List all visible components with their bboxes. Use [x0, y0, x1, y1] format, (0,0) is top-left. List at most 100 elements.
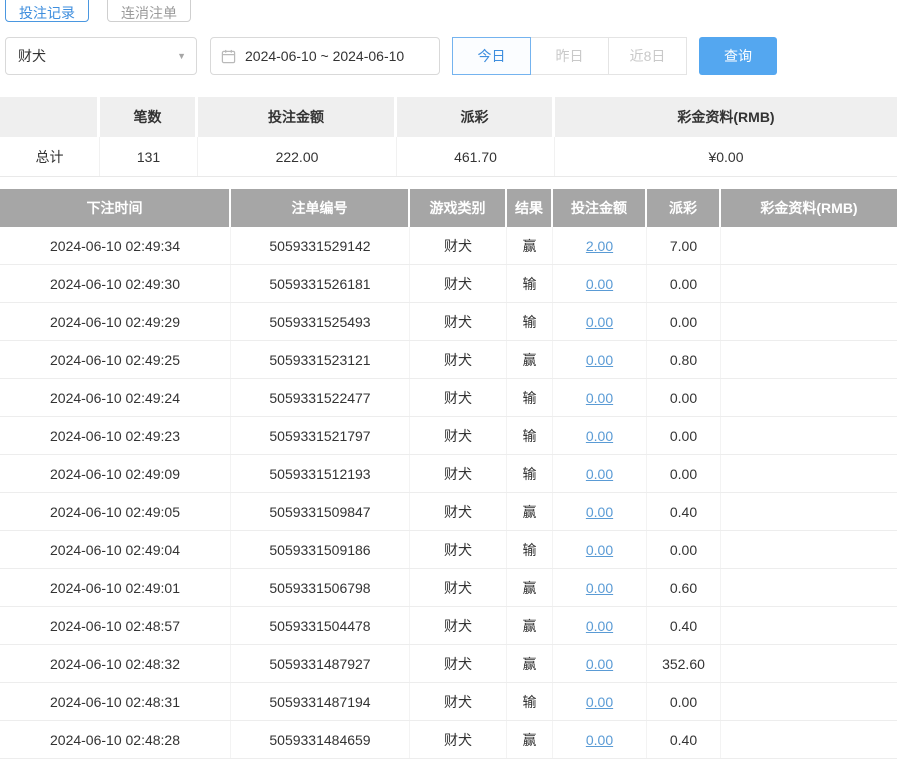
cell-bonus — [721, 569, 897, 606]
cell-bet-time: 2024-06-10 02:49:34 — [0, 227, 231, 264]
cell-bet-time: 2024-06-10 02:49:01 — [0, 569, 231, 606]
cell-payout: 0.00 — [647, 379, 721, 416]
cell-game-type: 财犬 — [410, 493, 507, 530]
bet-amount-link[interactable]: 0.00 — [586, 352, 613, 368]
cell-game-type: 财犬 — [410, 303, 507, 340]
bet-amount-link[interactable]: 0.00 — [586, 466, 613, 482]
cell-bonus — [721, 265, 897, 302]
page: 投注记录 连消注单 财犬 ▼ 2024-06-10 ~ 2024-06-10 今… — [0, 0, 904, 759]
bet-amount-link[interactable]: 0.00 — [586, 276, 613, 292]
cell-game-type: 财犬 — [410, 417, 507, 454]
yesterday-button[interactable]: 昨日 — [530, 37, 609, 75]
cell-bet-time: 2024-06-10 02:49:05 — [0, 493, 231, 530]
filter-bar: 财犬 ▼ 2024-06-10 ~ 2024-06-10 今日 昨日 近8日 查… — [5, 37, 904, 75]
cell-bet-time: 2024-06-10 02:49:23 — [0, 417, 231, 454]
cell-bonus — [721, 303, 897, 340]
cell-bonus — [721, 607, 897, 644]
cell-result: 赢 — [507, 569, 553, 606]
bet-amount-link[interactable]: 0.00 — [586, 580, 613, 596]
header-payout: 派彩 — [647, 189, 721, 227]
summary-bonus-value: ¥0.00 — [555, 137, 897, 176]
cell-payout: 0.60 — [647, 569, 721, 606]
table-row: 2024-06-10 02:49:05 5059331509847 财犬 赢 0… — [0, 493, 897, 531]
cell-payout: 0.40 — [647, 607, 721, 644]
cell-result: 输 — [507, 303, 553, 340]
cell-bet-time: 2024-06-10 02:48:31 — [0, 683, 231, 720]
cell-bonus — [721, 645, 897, 682]
table-row: 2024-06-10 02:49:34 5059331529142 财犬 赢 2… — [0, 227, 897, 265]
summary-count-value: 131 — [100, 137, 198, 176]
game-select[interactable]: 财犬 ▼ — [5, 37, 197, 75]
cell-bet-time: 2024-06-10 02:49:30 — [0, 265, 231, 302]
table-row: 2024-06-10 02:48:31 5059331487194 财犬 输 0… — [0, 683, 897, 721]
bet-amount-link[interactable]: 2.00 — [586, 238, 613, 254]
bet-amount-link[interactable]: 0.00 — [586, 618, 613, 634]
bet-amount-link[interactable]: 0.00 — [586, 504, 613, 520]
bet-amount-link[interactable]: 0.00 — [586, 428, 613, 444]
cell-result: 输 — [507, 531, 553, 568]
table-row: 2024-06-10 02:49:01 5059331506798 财犬 赢 0… — [0, 569, 897, 607]
cell-result: 赢 — [507, 341, 553, 378]
header-game-type: 游戏类别 — [410, 189, 507, 227]
cell-result: 输 — [507, 417, 553, 454]
summary-header-count: 笔数 — [100, 97, 198, 137]
game-select-value: 财犬 — [18, 46, 46, 66]
cell-bonus — [721, 379, 897, 416]
cell-game-type: 财犬 — [410, 645, 507, 682]
calendar-icon — [221, 49, 236, 64]
cell-payout: 0.00 — [647, 303, 721, 340]
cell-bet-time: 2024-06-10 02:48:28 — [0, 721, 231, 758]
date-range-input[interactable]: 2024-06-10 ~ 2024-06-10 — [210, 37, 440, 75]
bet-amount-link[interactable]: 0.00 — [586, 390, 613, 406]
cell-result: 输 — [507, 379, 553, 416]
cell-bet-time: 2024-06-10 02:49:09 — [0, 455, 231, 492]
tab-cancelled-orders[interactable]: 连消注单 — [107, 0, 191, 22]
bet-amount-link[interactable]: 0.00 — [586, 542, 613, 558]
summary-header-bonus: 彩金资料(RMB) — [555, 97, 897, 137]
cell-result: 赢 — [507, 227, 553, 264]
cell-payout: 7.00 — [647, 227, 721, 264]
cell-bet-time: 2024-06-10 02:49:25 — [0, 341, 231, 378]
bet-amount-link[interactable]: 0.00 — [586, 694, 613, 710]
cell-payout: 0.00 — [647, 417, 721, 454]
table-row: 2024-06-10 02:49:29 5059331525493 财犬 输 0… — [0, 303, 897, 341]
summary-header-row: 笔数 投注金额 派彩 彩金资料(RMB) — [0, 97, 897, 137]
cell-payout: 0.00 — [647, 455, 721, 492]
bet-amount-link[interactable]: 0.00 — [586, 732, 613, 748]
cell-payout: 0.00 — [647, 265, 721, 302]
date-range-value: 2024-06-10 ~ 2024-06-10 — [245, 48, 404, 64]
cell-result: 输 — [507, 265, 553, 302]
cell-bonus — [721, 417, 897, 454]
tab-bet-records[interactable]: 投注记录 — [5, 0, 89, 22]
cell-bet-time: 2024-06-10 02:49:29 — [0, 303, 231, 340]
cell-order-id: 5059331526181 — [231, 265, 410, 302]
summary-total-label: 总计 — [0, 137, 100, 176]
cell-payout: 0.80 — [647, 341, 721, 378]
cell-order-id: 5059331523121 — [231, 341, 410, 378]
cell-order-id: 5059331509186 — [231, 531, 410, 568]
cell-bet-time: 2024-06-10 02:48:57 — [0, 607, 231, 644]
bet-amount-link[interactable]: 0.00 — [586, 656, 613, 672]
summary-payout-value: 461.70 — [397, 137, 555, 176]
table-row: 2024-06-10 02:49:25 5059331523121 财犬 赢 0… — [0, 341, 897, 379]
summary-total-row: 总计 131 222.00 461.70 ¥0.00 — [0, 137, 897, 177]
cell-game-type: 财犬 — [410, 531, 507, 568]
search-button[interactable]: 查询 — [699, 37, 777, 75]
table-row: 2024-06-10 02:49:24 5059331522477 财犬 输 0… — [0, 379, 897, 417]
header-bet-time: 下注时间 — [0, 189, 231, 227]
header-bonus: 彩金资料(RMB) — [721, 189, 897, 227]
cell-order-id: 5059331529142 — [231, 227, 410, 264]
last-8-days-button[interactable]: 近8日 — [608, 37, 687, 75]
today-button[interactable]: 今日 — [452, 37, 531, 75]
bet-amount-link[interactable]: 0.00 — [586, 314, 613, 330]
cell-order-id: 5059331487927 — [231, 645, 410, 682]
records-header-row: 下注时间 注单编号 游戏类别 结果 投注金额 派彩 彩金资料(RMB) — [0, 189, 897, 227]
cell-result: 赢 — [507, 645, 553, 682]
cell-game-type: 财犬 — [410, 341, 507, 378]
quick-range-group: 今日 昨日 近8日 — [453, 37, 687, 75]
summary-header-blank — [0, 97, 100, 137]
table-row: 2024-06-10 02:48:32 5059331487927 财犬 赢 0… — [0, 645, 897, 683]
cell-order-id: 5059331504478 — [231, 607, 410, 644]
cell-result: 输 — [507, 683, 553, 720]
cell-bet-time: 2024-06-10 02:49:04 — [0, 531, 231, 568]
